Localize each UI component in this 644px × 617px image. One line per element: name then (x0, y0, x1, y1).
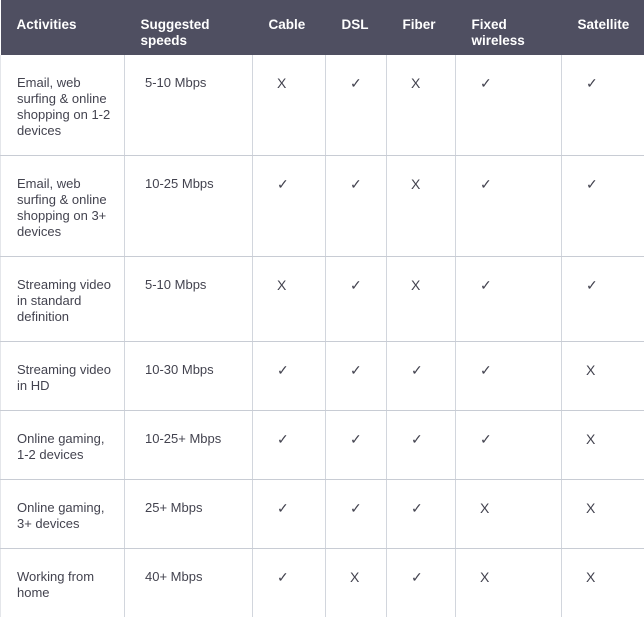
column-header-dsl: DSL (326, 0, 387, 55)
cell-satellite-availability: ✓ (562, 257, 644, 342)
table-header: Activities Suggested speeds Cable DSL Fi… (1, 0, 644, 55)
cell-fixed-wireless-availability: X (456, 480, 562, 549)
cell-cable-availability: X (253, 55, 326, 156)
cell-fiber-availability: ✓ (387, 411, 456, 480)
cell-activity: Email, web surfing & online shopping on … (1, 156, 125, 257)
cell-dsl-availability: ✓ (326, 342, 387, 411)
cell-suggested-speed: 5-10 Mbps (125, 55, 253, 156)
cell-dsl-availability: X (326, 549, 387, 617)
table-row: Online gaming, 1-2 devices 10-25+ Mbps ✓… (1, 411, 644, 480)
cell-dsl-availability: ✓ (326, 257, 387, 342)
cell-fiber-availability: X (387, 55, 456, 156)
cell-dsl-availability: ✓ (326, 55, 387, 156)
cell-satellite-availability: X (562, 549, 644, 617)
table-row: Working from home 40+ Mbps ✓ X ✓ X X (1, 549, 644, 617)
cell-dsl-availability: ✓ (326, 480, 387, 549)
cell-fixed-wireless-availability: X (456, 549, 562, 617)
cell-satellite-availability: X (562, 342, 644, 411)
cell-activity: Working from home (1, 549, 125, 617)
cell-cable-availability: ✓ (253, 156, 326, 257)
cell-suggested-speed: 40+ Mbps (125, 549, 253, 617)
table-header-row: Activities Suggested speeds Cable DSL Fi… (1, 0, 644, 55)
cell-satellite-availability: ✓ (562, 156, 644, 257)
table-row: Online gaming, 3+ devices 25+ Mbps ✓ ✓ ✓… (1, 480, 644, 549)
cell-dsl-availability: ✓ (326, 156, 387, 257)
table-row: Streaming video in standard definition 5… (1, 257, 644, 342)
cell-activity: Online gaming, 3+ devices (1, 480, 125, 549)
cell-satellite-availability: X (562, 480, 644, 549)
cell-suggested-speed: 5-10 Mbps (125, 257, 253, 342)
cell-activity: Streaming video in HD (1, 342, 125, 411)
cell-fiber-availability: X (387, 257, 456, 342)
cell-cable-availability: ✓ (253, 480, 326, 549)
column-header-cable: Cable (253, 0, 326, 55)
cell-activity: Online gaming, 1-2 devices (1, 411, 125, 480)
cell-fixed-wireless-availability: ✓ (456, 257, 562, 342)
cell-fiber-availability: ✓ (387, 549, 456, 617)
cell-cable-availability: ✓ (253, 342, 326, 411)
cell-satellite-availability: X (562, 411, 644, 480)
cell-suggested-speed: 10-25+ Mbps (125, 411, 253, 480)
cell-fiber-availability: ✓ (387, 342, 456, 411)
cell-fixed-wireless-availability: ✓ (456, 342, 562, 411)
cell-fixed-wireless-availability: ✓ (456, 411, 562, 480)
cell-suggested-speed: 10-30 Mbps (125, 342, 253, 411)
column-header-activities: Activities (1, 0, 125, 55)
cell-cable-availability: X (253, 257, 326, 342)
column-header-fixed-wireless: Fixed wireless (456, 0, 562, 55)
column-header-satellite: Satellite (562, 0, 644, 55)
cell-fiber-availability: X (387, 156, 456, 257)
cell-activity: Streaming video in standard definition (1, 257, 125, 342)
table-row: Email, web surfing & online shopping on … (1, 55, 644, 156)
cell-dsl-availability: ✓ (326, 411, 387, 480)
column-header-suggested-speeds: Suggested speeds (125, 0, 253, 55)
internet-speed-recommendations-table: Activities Suggested speeds Cable DSL Fi… (0, 0, 644, 617)
cell-suggested-speed: 25+ Mbps (125, 480, 253, 549)
table-row: Email, web surfing & online shopping on … (1, 156, 644, 257)
cell-fixed-wireless-availability: ✓ (456, 55, 562, 156)
cell-activity: Email, web surfing & online shopping on … (1, 55, 125, 156)
cell-fixed-wireless-availability: ✓ (456, 156, 562, 257)
cell-fiber-availability: ✓ (387, 480, 456, 549)
column-header-fiber: Fiber (387, 0, 456, 55)
table-body: Email, web surfing & online shopping on … (1, 55, 644, 617)
cell-satellite-availability: ✓ (562, 55, 644, 156)
cell-cable-availability: ✓ (253, 411, 326, 480)
cell-cable-availability: ✓ (253, 549, 326, 617)
table-row: Streaming video in HD 10-30 Mbps ✓ ✓ ✓ ✓… (1, 342, 644, 411)
cell-suggested-speed: 10-25 Mbps (125, 156, 253, 257)
